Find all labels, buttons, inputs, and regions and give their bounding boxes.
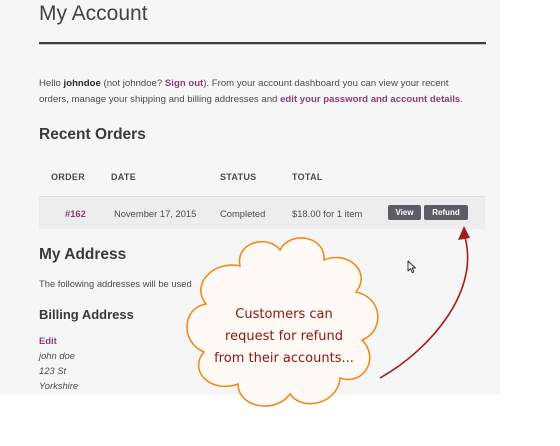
callout-line: from their accounts... [214,351,354,366]
refund-order-button[interactable]: Refund [424,205,468,220]
intro-username: johndoe [63,78,101,89]
view-order-button[interactable]: View [388,205,421,220]
callout-text: Customers can request for refund from th… [196,304,372,370]
billing-city: Yorkshire [39,380,79,391]
title-divider-shadow [39,44,486,45]
recent-orders-heading: Recent Orders [39,126,146,143]
intro-hello: Hello [39,78,61,89]
address-description: The following addresses will be used [39,278,192,289]
my-address-heading: My Address [39,246,127,263]
column-header-date: DATE [111,172,137,182]
callout-arrow [379,226,470,379]
account-intro: Hello johndoe (not johndoe? Sign out). F… [39,76,479,108]
order-number-link[interactable]: #162 [65,208,86,219]
callout-line: Customers can [235,307,333,322]
order-total: $18.00 for 1 item [292,208,363,219]
intro-end: . [460,94,463,105]
billing-name: john doe [39,350,75,361]
billing-address-heading: Billing Address [39,307,134,322]
order-status: Completed [220,208,266,219]
column-header-order: ORDER [51,172,86,182]
edit-billing-address-link[interactable]: Edit [39,335,57,346]
column-header-total: TOTAL [292,172,323,182]
order-date: November 17, 2015 [114,208,197,219]
sign-out-link[interactable]: Sign out [165,78,203,89]
edit-account-link[interactable]: edit your password and account details [280,94,460,105]
intro-not-user: (not johndoe? [103,78,163,89]
callout-line: request for refund [225,329,343,344]
billing-street: 123 St [39,365,67,376]
column-header-status: STATUS [220,172,257,182]
page-title: My Account [39,2,148,25]
